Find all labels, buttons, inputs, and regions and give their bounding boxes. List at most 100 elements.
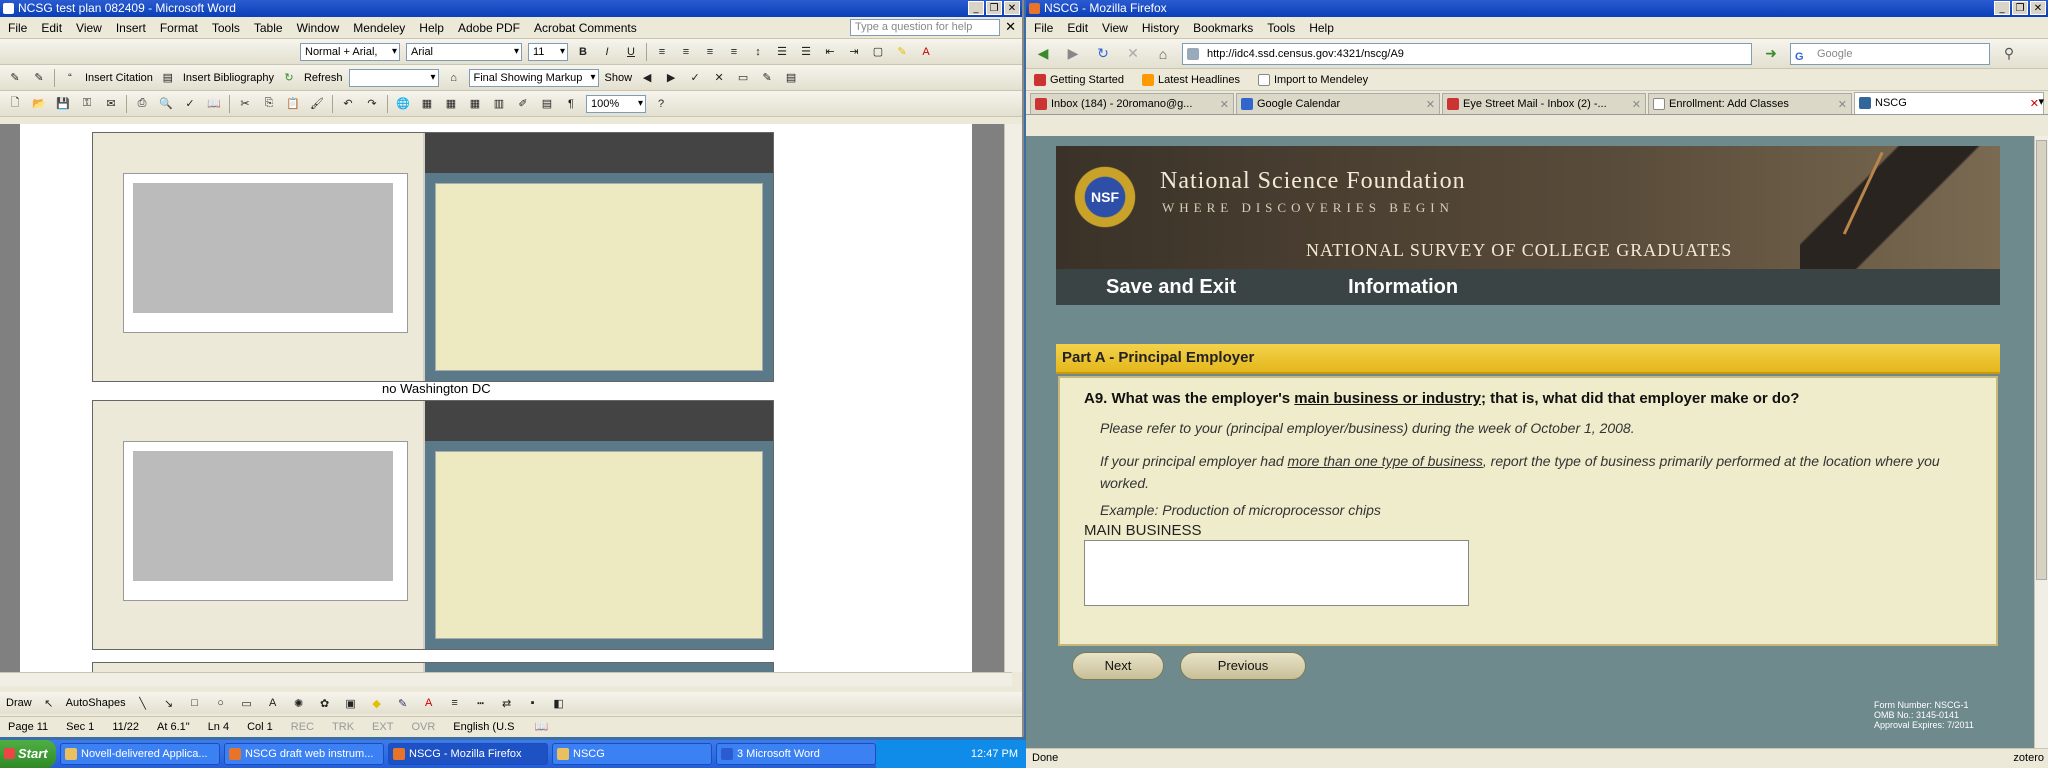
scrollbar-thumb[interactable] xyxy=(2036,140,2047,580)
print-icon[interactable]: ⎙ xyxy=(133,95,151,113)
task-folder-nscg[interactable]: NSCG xyxy=(552,743,712,765)
menu-tools[interactable]: Tools xyxy=(1267,21,1295,35)
comment-icon[interactable]: ▭ xyxy=(734,69,752,87)
task-firefox[interactable]: NSCG - Mozilla Firefox xyxy=(388,743,548,765)
zotero-button[interactable]: zotero xyxy=(2013,749,2044,768)
save-and-exit-link[interactable]: Save and Exit xyxy=(1106,276,1236,299)
refresh-icon[interactable]: ↻ xyxy=(280,69,298,87)
tab-google-calendar[interactable]: Google Calendar ✕ xyxy=(1236,93,1440,114)
bookmark-latest-headlines[interactable]: Latest Headlines xyxy=(1142,73,1240,86)
insert-bibliography-button[interactable]: Insert Bibliography xyxy=(183,72,274,84)
menu-mendeley[interactable]: Mendeley xyxy=(353,21,405,35)
numbering-icon[interactable]: ☰ xyxy=(773,43,791,61)
line-icon[interactable]: ╲ xyxy=(134,694,152,712)
arrow-style-icon[interactable]: ⇄ xyxy=(498,694,516,712)
rectangle-icon[interactable]: □ xyxy=(186,694,204,712)
restore-button[interactable]: ❐ xyxy=(2012,1,2028,15)
previous-button[interactable]: Previous xyxy=(1180,652,1306,680)
align-right-icon[interactable]: ≡ xyxy=(701,43,719,61)
align-center-icon[interactable]: ≡ xyxy=(677,43,695,61)
next-button[interactable]: Next xyxy=(1072,652,1164,680)
restore-button[interactable]: ❐ xyxy=(986,1,1002,15)
tab-close-icon[interactable]: ✕ xyxy=(1838,95,1847,114)
status-rec[interactable]: REC xyxy=(291,721,314,733)
close-button[interactable]: ✕ xyxy=(1004,1,1020,15)
menu-file[interactable]: File xyxy=(8,21,27,35)
accept-change-icon[interactable]: ✓ xyxy=(686,69,704,87)
tab-list-icon[interactable]: ▾ xyxy=(2038,95,2044,108)
markup-combo[interactable]: Final Showing Markup xyxy=(468,68,599,87)
underline-button[interactable]: U xyxy=(622,43,640,61)
wordart-icon[interactable]: A xyxy=(264,694,282,712)
menu-help[interactable]: Help xyxy=(419,21,444,35)
show-hide-icon[interactable]: ¶ xyxy=(562,95,580,113)
new-document-icon[interactable]: 🗋 xyxy=(6,95,24,113)
open-icon[interactable]: 📂 xyxy=(30,95,48,113)
url-bar[interactable]: http://idc4.ssd.census.gov:4321/nscg/A9 xyxy=(1182,42,1752,65)
reject-change-icon[interactable]: ✕ xyxy=(710,69,728,87)
tables-borders-icon[interactable]: ▦ xyxy=(418,95,436,113)
help-question-input[interactable]: Type a question for help xyxy=(850,19,1000,36)
document-area[interactable]: no Washington DC xyxy=(0,124,1012,672)
tab-close-icon[interactable]: ✕ xyxy=(1220,95,1229,114)
status-trk[interactable]: TRK xyxy=(332,721,354,733)
toolbar-icon[interactable]: ✎ xyxy=(30,69,48,87)
back-icon[interactable]: ◀ xyxy=(1032,43,1054,65)
menu-window[interactable]: Window xyxy=(297,21,340,35)
toolbar-icon[interactable]: ✎ xyxy=(6,69,24,87)
go-icon[interactable]: ➜ xyxy=(1760,43,1782,65)
indent-icon[interactable]: ⇥ xyxy=(845,43,863,61)
home-icon[interactable]: ⌂ xyxy=(1152,43,1174,65)
information-link[interactable]: Information xyxy=(1348,276,1458,299)
tab-gmail[interactable]: Inbox (184) - 20romano@g... ✕ xyxy=(1030,93,1234,114)
refresh-button[interactable]: Refresh xyxy=(304,72,343,84)
toolbar-icon[interactable]: ⌂ xyxy=(445,69,463,87)
minimize-button[interactable]: _ xyxy=(968,1,984,15)
menu-help[interactable]: Help xyxy=(1309,21,1334,35)
previous-change-icon[interactable]: ◀ xyxy=(638,69,656,87)
bullets-icon[interactable]: ☰ xyxy=(797,43,815,61)
drawing-icon[interactable]: ✐ xyxy=(514,95,532,113)
hyperlink-icon[interactable]: 🌐 xyxy=(394,95,412,113)
tab-close-icon[interactable]: ✕ xyxy=(1426,95,1435,114)
reload-icon[interactable]: ↻ xyxy=(1092,43,1114,65)
menu-edit[interactable]: Edit xyxy=(1067,21,1088,35)
border-icon[interactable]: ▢ xyxy=(869,43,887,61)
line-spacing-icon[interactable]: ↕ xyxy=(749,43,767,61)
menu-table[interactable]: Table xyxy=(254,21,283,35)
forward-icon[interactable]: ▶ xyxy=(1062,43,1084,65)
menu-acrobat-comments[interactable]: Acrobat Comments xyxy=(534,21,637,35)
menu-tools[interactable]: Tools xyxy=(212,21,240,35)
document-map-icon[interactable]: ▤ xyxy=(538,95,556,113)
minimize-button[interactable]: _ xyxy=(1994,1,2010,15)
menu-history[interactable]: History xyxy=(1142,21,1179,35)
citation-style-combo[interactable] xyxy=(348,68,439,87)
email-icon[interactable]: ✉ xyxy=(102,95,120,113)
copy-icon[interactable]: ⎘ xyxy=(260,95,278,113)
arrow-icon[interactable]: ↘ xyxy=(160,694,178,712)
spelling-status-icon[interactable]: 📖 xyxy=(532,718,550,736)
diagram-icon[interactable]: ✺ xyxy=(290,694,308,712)
status-ext[interactable]: EXT xyxy=(372,721,393,733)
task-novell[interactable]: Novell-delivered Applica... xyxy=(60,743,220,765)
start-button[interactable]: Start xyxy=(0,740,56,768)
justify-icon[interactable]: ≡ xyxy=(725,43,743,61)
font-color-icon[interactable]: A xyxy=(917,43,935,61)
font-size-combo[interactable]: 11 xyxy=(528,42,568,61)
zoom-combo[interactable]: 100% xyxy=(586,94,646,113)
document-page[interactable]: no Washington DC xyxy=(20,124,972,672)
insert-citation-button[interactable]: Insert Citation xyxy=(85,72,153,84)
undo-icon[interactable]: ↶ xyxy=(339,95,357,113)
horizontal-scrollbar[interactable] xyxy=(0,672,1012,686)
next-change-icon[interactable]: ▶ xyxy=(662,69,680,87)
task-nscg-draft[interactable]: NSCG draft web instrum... xyxy=(224,743,384,765)
picture-icon[interactable]: ▣ xyxy=(342,694,360,712)
menu-view[interactable]: View xyxy=(76,21,102,35)
search-icon[interactable]: ⚲ xyxy=(1998,43,2020,65)
draw-font-color-icon[interactable]: A xyxy=(420,694,438,712)
menu-bookmarks[interactable]: Bookmarks xyxy=(1193,21,1253,35)
shadow-icon[interactable]: ▪ xyxy=(524,694,542,712)
highlight-icon[interactable]: ✎ xyxy=(893,43,911,61)
menu-adobe-pdf[interactable]: Adobe PDF xyxy=(458,21,520,35)
task-word[interactable]: 3 Microsoft Word xyxy=(716,743,876,765)
